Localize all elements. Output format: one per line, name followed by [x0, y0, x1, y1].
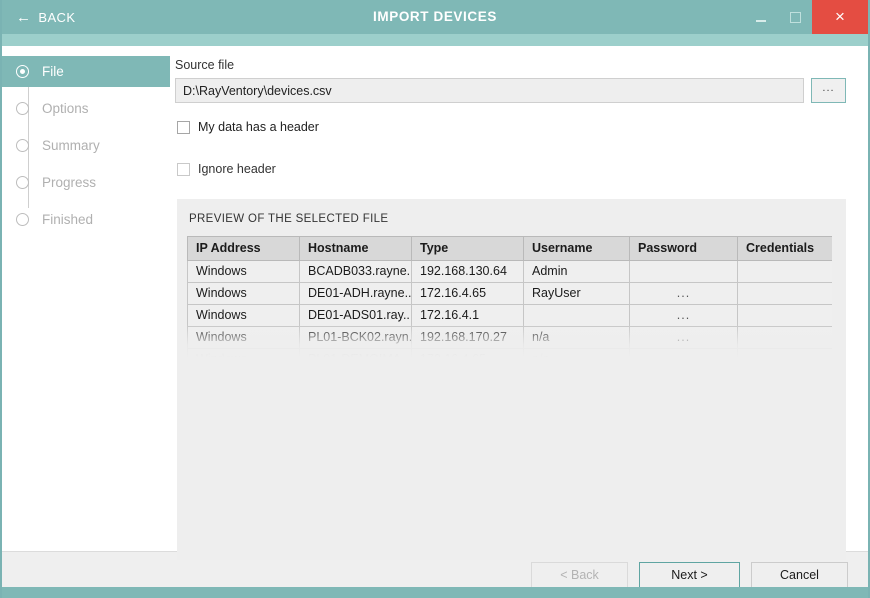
column-header-ip-address[interactable]: IP Address	[188, 237, 300, 261]
ignore-header-checkbox[interactable]: Ignore header	[177, 158, 846, 180]
cell-credentials	[738, 349, 833, 359]
window-title: IMPORT DEVICES	[2, 0, 868, 34]
sidebar-item-progress[interactable]: Progress	[2, 167, 170, 198]
cell-hostname: DE01-ADS01.ray...	[300, 305, 412, 327]
step-dot-icon	[16, 139, 29, 152]
cell-password	[630, 261, 738, 283]
cell-username	[524, 305, 630, 327]
cell-ip-address: Windows	[188, 327, 300, 349]
sidebar-item-label: Summary	[42, 138, 100, 153]
cell-username: Admin	[524, 261, 630, 283]
sidebar-item-options[interactable]: Options	[2, 93, 170, 124]
cell-hostname: PL01-BCK02.rayn...	[300, 327, 412, 349]
cell-username: n/a	[524, 327, 630, 349]
cell-password: ...	[630, 305, 738, 327]
preview-panel: PREVIEW OF THE SELECTED FILE IP Address …	[177, 199, 846, 560]
maximize-icon[interactable]	[778, 0, 812, 34]
close-icon[interactable]: ×	[812, 0, 868, 34]
main-content: Source file ... My data has a header Ign…	[170, 46, 868, 551]
cancel-button[interactable]: Cancel	[751, 562, 848, 589]
table-header-row: IP Address Hostname Type Username Passwo…	[188, 237, 833, 261]
cell-credentials	[738, 261, 833, 283]
cell-credentials	[738, 305, 833, 327]
cell-username: RayUser	[524, 283, 630, 305]
step-dot-icon	[16, 65, 29, 78]
sidebar-item-summary[interactable]: Summary	[2, 130, 170, 161]
cell-ip-address: Windows	[188, 261, 300, 283]
import-devices-window: ← BACK IMPORT DEVICES × File Options	[0, 0, 870, 598]
back-wizard-button[interactable]: < Back	[531, 562, 628, 589]
cell-ip-address: Windows	[188, 305, 300, 327]
column-header-type[interactable]: Type	[412, 237, 524, 261]
cell-type: 192.168.170.27	[412, 327, 524, 349]
preview-table: IP Address Hostname Type Username Passwo…	[187, 236, 832, 358]
cell-password: ...	[630, 327, 738, 349]
step-dot-icon	[16, 102, 29, 115]
cell-ip-address: Windows	[188, 349, 300, 359]
my-data-has-header-checkbox[interactable]: My data has a header	[177, 116, 846, 138]
cell-type: 192.168.130.64	[412, 261, 524, 283]
wizard-steps: File Options Summary Progress Finished	[2, 56, 170, 235]
cell-type: 172.16.4.1	[412, 305, 524, 327]
cell-hostname: PL01-DEMOIMA...	[300, 349, 412, 359]
cell-hostname: DE01-ADH.rayne...	[300, 283, 412, 305]
sidebar-item-label: Progress	[42, 175, 96, 190]
table-row[interactable]: Windows BCADB033.rayne... 192.168.130.64…	[188, 261, 833, 283]
cell-type: 172.16.4.65	[412, 283, 524, 305]
sidebar-item-finished[interactable]: Finished	[2, 204, 170, 235]
sidebar-item-label: Finished	[42, 212, 93, 227]
step-dot-icon	[16, 176, 29, 189]
minimize-icon[interactable]	[744, 0, 778, 34]
cell-credentials	[738, 283, 833, 305]
accent-band	[2, 34, 868, 46]
column-header-username[interactable]: Username	[524, 237, 630, 261]
source-file-input[interactable]	[175, 78, 804, 103]
sidebar-item-label: File	[42, 64, 64, 79]
cell-hostname: BCADB033.rayne...	[300, 261, 412, 283]
checkbox-box-icon	[177, 121, 190, 134]
title-bar: ← BACK IMPORT DEVICES ×	[2, 0, 868, 34]
table-row[interactable]: Windows PL01-DEMOIMA... 172.16.4.65 n/a	[188, 349, 833, 359]
sidebar-item-file[interactable]: File	[2, 56, 170, 87]
browse-button[interactable]: ...	[811, 78, 846, 103]
source-file-label: Source file	[175, 58, 846, 72]
table-row[interactable]: Windows DE01-ADS01.ray... 172.16.4.1 ...	[188, 305, 833, 327]
checkbox-label: Ignore header	[198, 162, 276, 176]
table-row[interactable]: Windows DE01-ADH.rayne... 172.16.4.65 Ra…	[188, 283, 833, 305]
step-dot-icon	[16, 213, 29, 226]
checkbox-label: My data has a header	[198, 120, 319, 134]
column-header-password[interactable]: Password	[630, 237, 738, 261]
cell-password	[630, 349, 738, 359]
checkbox-box-icon	[177, 163, 190, 176]
cell-username: n/a	[524, 349, 630, 359]
window-controls: ×	[744, 0, 868, 34]
cell-type: 172.16.4.65	[412, 349, 524, 359]
cell-password: ...	[630, 283, 738, 305]
column-header-credentials[interactable]: Credentials	[738, 237, 833, 261]
source-file-row: ...	[175, 78, 846, 103]
cell-credentials	[738, 327, 833, 349]
column-header-hostname[interactable]: Hostname	[300, 237, 412, 261]
bottom-accent-band	[2, 587, 868, 598]
table-row[interactable]: Windows PL01-BCK02.rayn... 192.168.170.2…	[188, 327, 833, 349]
sidebar-item-label: Options	[42, 101, 89, 116]
cell-ip-address: Windows	[188, 283, 300, 305]
wizard-sidebar: File Options Summary Progress Finished	[2, 46, 170, 551]
preview-grid-wrapper: IP Address Hostname Type Username Passwo…	[187, 236, 832, 358]
body-area: File Options Summary Progress Finished	[2, 46, 868, 551]
preview-panel-title: PREVIEW OF THE SELECTED FILE	[189, 213, 832, 225]
next-wizard-button[interactable]: Next >	[639, 562, 740, 589]
